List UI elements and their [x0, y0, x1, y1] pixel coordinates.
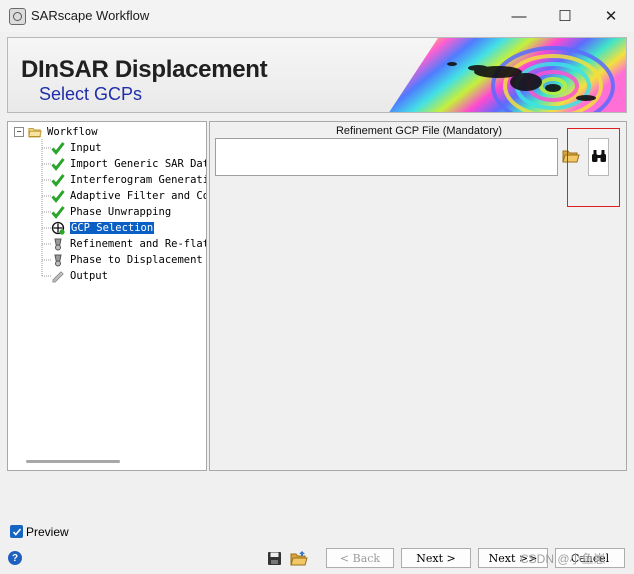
checkmark-icon — [51, 157, 65, 171]
tree-item-label: Interferogram Generation — [70, 174, 207, 186]
tree-item-label: Adaptive Filter and Coherence — [70, 190, 206, 202]
minimize-button[interactable]: — — [496, 0, 542, 32]
tree-item-label: Output — [70, 270, 108, 282]
checkmark-icon — [51, 205, 65, 219]
collapse-toggle-icon[interactable]: − — [14, 127, 24, 137]
title-bar: SARscape Workflow — ☐ ✕ — [0, 0, 634, 32]
tree-item-label: GCP Selection — [70, 222, 155, 234]
preview-label: Preview — [26, 525, 69, 539]
pending-step-icon — [51, 237, 65, 251]
tree-item-label: Phase Unwrapping — [70, 206, 172, 218]
checkmark-icon — [51, 189, 65, 203]
tree-item-input[interactable]: Input — [51, 140, 102, 156]
pending-step-icon — [51, 253, 65, 267]
banner-subtitle: Select GCPs — [39, 84, 143, 104]
tree-item-gcp-selection[interactable]: GCP Selection — [51, 220, 155, 236]
tree-item-adaptive-filter[interactable]: Adaptive Filter and Coherence — [51, 188, 206, 204]
folder-open-icon — [28, 125, 42, 139]
gcp-file-label: Refinement GCP File (Mandatory) — [335, 125, 503, 137]
window-title: SARscape Workflow — [31, 8, 150, 23]
help-icon[interactable]: ? — [8, 551, 22, 565]
output-icon — [51, 269, 65, 283]
tree-item-label: Import Generic SAR Data — [70, 158, 207, 170]
tree-item-refinement[interactable]: Refinement and Re-flattening — [51, 236, 206, 252]
tree-item-label: Phase to Displacement Conversion — [70, 254, 206, 266]
checkmark-icon — [51, 141, 65, 155]
app-icon — [9, 8, 26, 25]
next-button[interactable]: Next > — [401, 548, 471, 568]
workflow-tree[interactable]: − Workflow Input Import Generic SAR Data… — [7, 121, 207, 471]
interferogram-image — [389, 38, 626, 112]
step-content-panel: Refinement GCP File (Mandatory) — [209, 121, 627, 471]
tree-root-workflow[interactable]: − Workflow — [14, 124, 98, 140]
tree-item-label: Input — [70, 142, 102, 154]
preview-checkbox[interactable] — [10, 525, 23, 538]
close-button[interactable]: ✕ — [588, 0, 634, 32]
tree-item-import[interactable]: Import Generic SAR Data — [51, 156, 207, 172]
horizontal-scrollbar[interactable] — [26, 460, 120, 463]
tree-root-label: Workflow — [47, 126, 98, 138]
back-button[interactable]: < Back — [326, 548, 394, 568]
wizard-banner: DInSAR Displacement Select GCPs — [7, 37, 627, 113]
open-folder-icon[interactable] — [290, 550, 308, 567]
banner-title: DInSAR Displacement — [21, 56, 268, 83]
checkmark-icon — [51, 173, 65, 187]
tree-item-label: Refinement and Re-flattening — [70, 238, 206, 250]
gcp-file-input[interactable] — [215, 138, 558, 176]
maximize-button[interactable]: ☐ — [542, 0, 588, 32]
tree-item-interferogram[interactable]: Interferogram Generation — [51, 172, 207, 188]
save-icon[interactable] — [267, 551, 282, 566]
tree-item-output[interactable]: Output — [51, 268, 108, 284]
tree-item-phase-unwrapping[interactable]: Phase Unwrapping — [51, 204, 171, 220]
highlight-annotation-box — [567, 128, 620, 207]
tree-item-phase-to-displacement[interactable]: Phase to Displacement Conversion — [51, 252, 206, 268]
crosshair-target-icon — [51, 221, 65, 235]
watermark-text: CSDN @小鱼崽 — [520, 552, 606, 566]
